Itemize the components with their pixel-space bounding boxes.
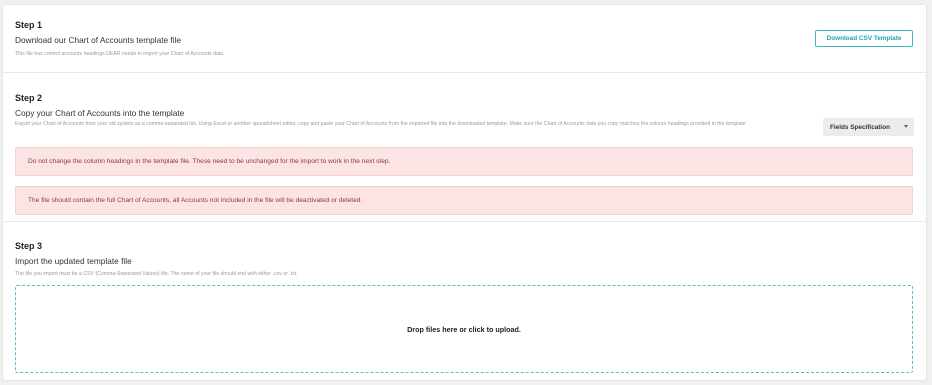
step2-title: Step 2 (15, 93, 43, 103)
step2-hint: Export your Chart of Accounts from your … (15, 121, 746, 127)
fields-specification-dropdown[interactable]: Fields Specification (823, 118, 914, 136)
step2-section: Step 2 Copy your Chart of Accounts into … (3, 73, 926, 222)
step3-title: Step 3 (15, 241, 43, 251)
dropdown-label: Fields Specification (830, 123, 891, 131)
step3-section: Step 3 Import the updated template file … (3, 222, 926, 380)
alert-text: Do not change the column headings in the… (28, 158, 391, 165)
step3-subtitle: Import the updated template file (15, 256, 132, 266)
step1-section: Step 1 Download our Chart of Accounts te… (3, 5, 926, 73)
step1-title: Step 1 (15, 20, 43, 30)
alert-text: The file should contain the full Chart o… (28, 197, 363, 204)
file-dropzone[interactable]: Drop files here or click to upload. (15, 285, 913, 373)
step1-subtitle: Download our Chart of Accounts template … (15, 35, 182, 45)
alert-column-headings: Do not change the column headings in the… (15, 147, 913, 176)
step3-hint: The file you import must be a CSV (Comma… (15, 271, 298, 277)
dropzone-text: Drop files here or click to upload. (407, 324, 521, 334)
alert-full-chart: The file should contain the full Chart o… (15, 186, 913, 215)
step1-hint: This file has correct accounts headings … (15, 51, 225, 57)
import-card: Step 1 Download our Chart of Accounts te… (3, 5, 926, 380)
chevron-down-icon (904, 125, 908, 128)
step2-subtitle: Copy your Chart of Accounts into the tem… (15, 108, 185, 118)
download-csv-template-button[interactable]: Download CSV Template (815, 30, 913, 47)
